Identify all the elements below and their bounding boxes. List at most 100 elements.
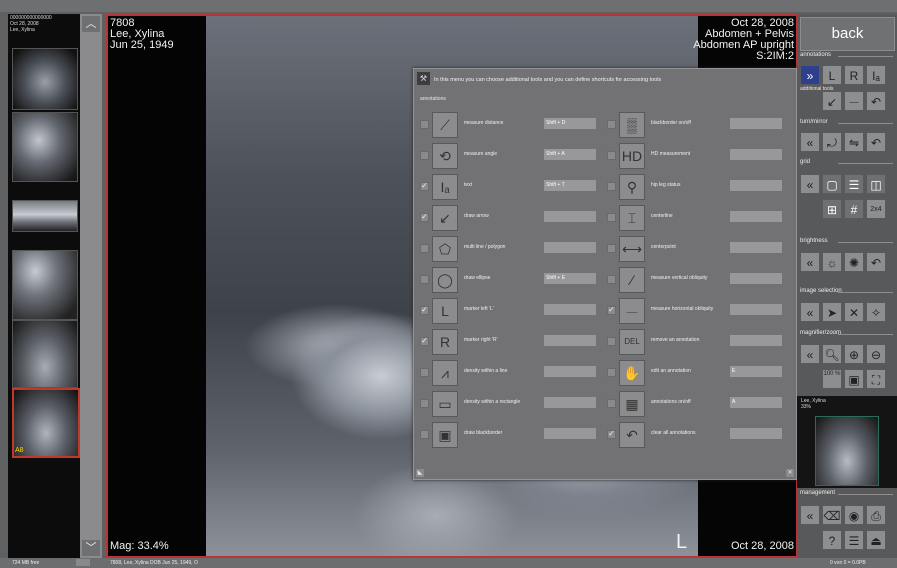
cd-export-icon[interactable]: ◉ [844,505,864,525]
tool-checkbox[interactable] [420,399,429,408]
grid-3x3-icon[interactable]: # [844,199,864,219]
obliquity-tool-icon[interactable]: ⏤ [844,91,864,111]
dialog-close-icon[interactable]: ✕ [786,469,794,477]
text-tool-icon[interactable]: Iₐ [866,65,886,85]
zoom-100-button[interactable]: 100 % [822,369,842,389]
expand-icon[interactable]: » [800,65,820,85]
brightness-down-icon[interactable]: ☼ [822,252,842,272]
tool-checkbox[interactable]: ✓ [607,306,616,315]
shortcut-field[interactable] [544,397,596,408]
hand-icon[interactable]: ✋ [619,360,645,386]
shortcut-field[interactable]: A [730,397,782,408]
tool-checkbox[interactable] [607,151,616,160]
tool-checkbox[interactable] [607,182,616,191]
collapse-zoom-icon[interactable]: « [800,344,820,364]
dialog-resize-left-icon[interactable]: ◣ [416,469,424,477]
tool-checkbox[interactable] [420,151,429,160]
zoom-out-icon[interactable]: ⊖ [866,344,886,364]
angle-icon[interactable]: ⟲ [432,143,458,169]
collapse-brightness-icon[interactable]: « [800,252,820,272]
tool-checkbox[interactable]: ✓ [420,306,429,315]
undo-icon[interactable]: ↶ [866,91,886,111]
annotations-toggle-icon[interactable]: ▦ [619,391,645,417]
tool-checkbox[interactable] [607,368,616,377]
tool-checkbox[interactable] [420,430,429,439]
grid-2x2-icon[interactable]: ⊞ [822,199,842,219]
centerpoint-icon[interactable]: ⟷ [619,236,645,262]
tool-checkbox[interactable] [607,244,616,253]
tool-checkbox[interactable] [420,275,429,284]
pointer-icon[interactable]: ➤ [822,302,842,322]
hip-leg-icon[interactable]: ⚲ [619,174,645,200]
grid-2x4-icon[interactable]: 2x4 [866,199,886,219]
undo-icon[interactable]: ↶ [619,422,645,448]
rotate-icon[interactable]: ⤾ [822,132,842,152]
density-line-icon[interactable]: ⩘ [432,360,458,386]
text-icon[interactable]: Iₐ [432,174,458,200]
arrow-tool-icon[interactable]: ↙ [822,91,842,111]
tool-checkbox[interactable] [420,120,429,129]
shortcut-field[interactable] [730,211,782,222]
shortcut-field[interactable]: E [730,366,782,377]
grid-1x2-icon[interactable]: ☰ [844,174,864,194]
help-icon[interactable]: ? [822,530,842,550]
report-icon[interactable]: ☰ [844,530,864,550]
centerline-icon[interactable]: ⌶ [619,205,645,231]
navigator-preview[interactable]: Lee, Xylina 33% [797,396,897,488]
blackborder-icon[interactable]: ▣ [432,422,458,448]
thumbnail-hip[interactable] [12,112,78,182]
shortcut-field[interactable] [544,211,596,222]
vertical-obliquity-icon[interactable]: ∕ [619,267,645,293]
shortcut-field[interactable] [544,335,596,346]
brightness-up-icon[interactable]: ✺ [844,252,864,272]
zoom-in-icon[interactable]: ⊕ [844,344,864,364]
grid-1x1-icon[interactable]: ▢ [822,174,842,194]
tool-checkbox[interactable]: ✓ [607,430,616,439]
brightness-reset-icon[interactable]: ↶ [866,252,886,272]
exit-icon[interactable]: ⏏ [866,530,886,550]
tool-checkbox[interactable] [607,120,616,129]
ellipse-icon[interactable]: ◯ [432,267,458,293]
fullscreen-icon[interactable]: ⛶ [866,369,886,389]
eraser-icon[interactable]: ⌫ [822,505,842,525]
marker-r-icon[interactable]: R [844,65,864,85]
shortcut-field[interactable]: Shift + T [544,180,596,191]
horizontal-obliquity-icon[interactable]: ⏤ [619,298,645,324]
shortcut-field[interactable]: Shift + A [544,149,596,160]
tool-checkbox[interactable]: ✓ [420,213,429,222]
remove-annotation-icon[interactable]: DEL [619,329,645,355]
collapse-selection-icon[interactable]: « [800,302,820,322]
tool-checkbox[interactable] [420,244,429,253]
status-toggle-icon[interactable] [76,559,90,566]
marker-left-icon[interactable]: L [432,298,458,324]
shortcut-field[interactable] [730,149,782,160]
tool-checkbox[interactable] [607,337,616,346]
thumbnail-pelvis[interactable] [12,48,78,110]
tool-checkbox[interactable]: ✓ [420,337,429,346]
shortcut-field[interactable] [544,366,596,377]
shortcut-field[interactable]: Shift + E [544,273,596,284]
fit-icon[interactable]: ▣ [844,369,864,389]
shortcut-field[interactable]: Shift + D [544,118,596,129]
tool-checkbox[interactable]: ✓ [420,182,429,191]
back-button[interactable]: back [800,17,895,51]
collapse-icon[interactable]: « [800,132,820,152]
print-icon[interactable]: ⎙ [866,505,886,525]
tool-checkbox[interactable] [607,275,616,284]
thumbnail-shoulder[interactable] [12,250,78,320]
mirror-icon[interactable]: ⇋ [844,132,864,152]
blackborder-toggle-icon[interactable]: ▒ [619,112,645,138]
thumbnail-scrollbar[interactable]: ︿ ﹀ [80,14,102,558]
undo-turn-icon[interactable]: ↶ [866,132,886,152]
marker-l-icon[interactable]: L [822,65,842,85]
shortcut-field[interactable] [730,273,782,284]
shortcut-field[interactable] [730,180,782,191]
shortcut-field[interactable] [730,428,782,439]
marker-right-icon[interactable]: R [432,329,458,355]
tool-checkbox[interactable] [607,213,616,222]
polygon-icon[interactable]: ⬠ [432,236,458,262]
density-rect-icon[interactable]: ▭ [432,391,458,417]
shortcut-field[interactable] [544,304,596,315]
magnifier-icon[interactable]: 🔍︎ [822,344,842,364]
shortcut-field[interactable] [544,428,596,439]
